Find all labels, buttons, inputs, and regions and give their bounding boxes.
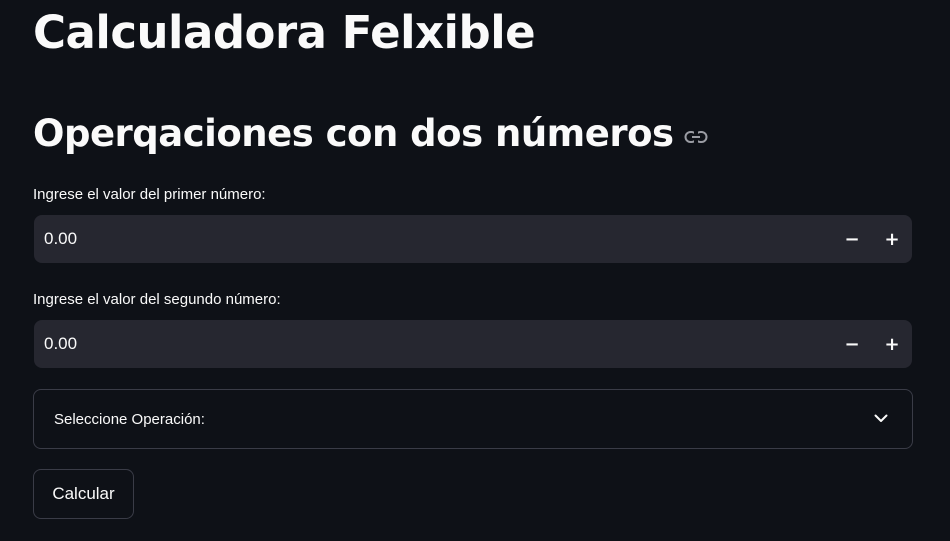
operation-select[interactable]: Seleccione Operación: bbox=[33, 389, 913, 449]
first-number-field: − + bbox=[34, 215, 912, 263]
second-number-label: Ingrese el valor del segundo número: bbox=[33, 291, 281, 308]
calculate-button[interactable]: Calcular bbox=[33, 469, 134, 519]
link-icon[interactable] bbox=[684, 130, 708, 144]
chevron-down-icon bbox=[874, 410, 888, 428]
first-number-decrement-button[interactable]: − bbox=[832, 215, 872, 263]
app-page: Calculadora Felxible Operqaciones con do… bbox=[0, 0, 950, 541]
section-header: Operqaciones con dos números bbox=[33, 108, 708, 160]
second-number-increment-button[interactable]: + bbox=[872, 320, 912, 368]
app-title: Calculadora Felxible bbox=[33, 6, 536, 59]
operation-select-label: Seleccione Operación: bbox=[54, 410, 205, 428]
second-number-input[interactable] bbox=[34, 320, 832, 368]
first-number-input[interactable] bbox=[34, 215, 832, 263]
second-number-field: − + bbox=[34, 320, 912, 368]
section-title: Operqaciones con dos números bbox=[33, 112, 674, 155]
first-number-label: Ingrese el valor del primer número: bbox=[33, 186, 266, 203]
first-number-increment-button[interactable]: + bbox=[872, 215, 912, 263]
second-number-decrement-button[interactable]: − bbox=[832, 320, 872, 368]
